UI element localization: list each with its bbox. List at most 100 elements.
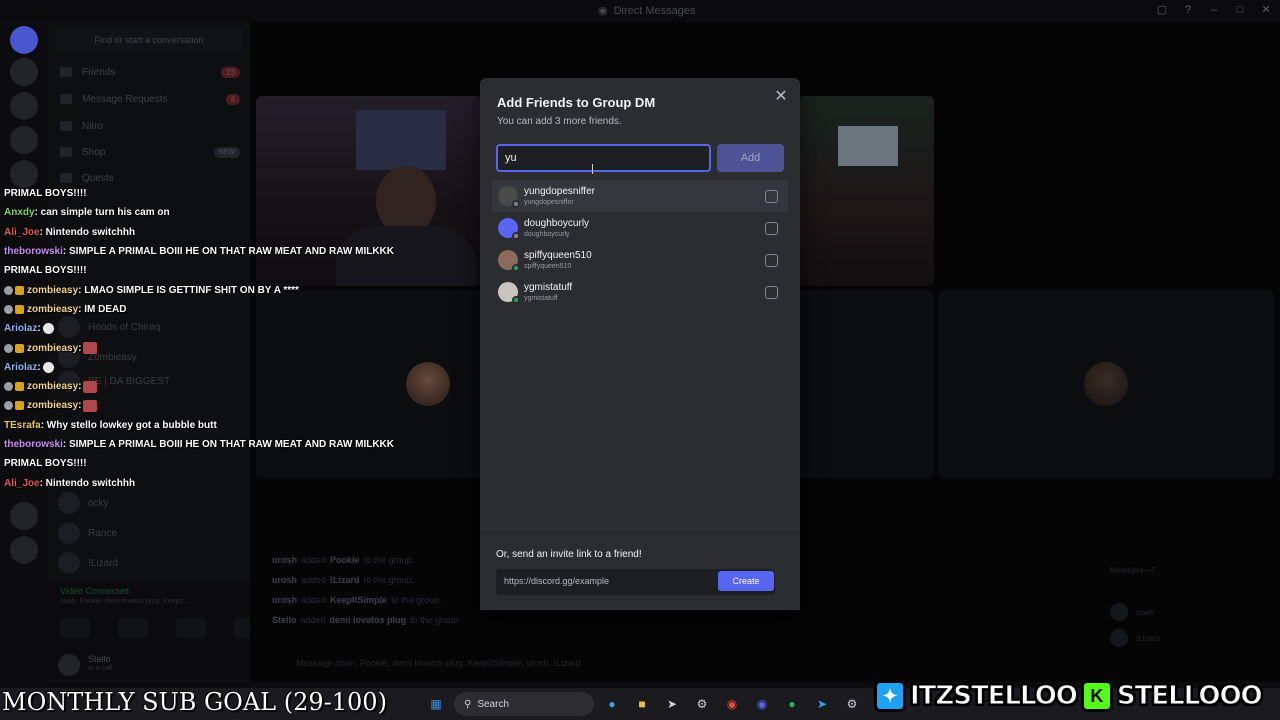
chat-text: : — [37, 361, 41, 373]
chat-text: : — [78, 381, 82, 393]
chat-username: TEsrafa — [4, 419, 41, 431]
emote-icon — [83, 399, 98, 412]
edge-icon[interactable]: ● — [600, 692, 624, 716]
modal-subtitle: You can add 3 more friends. — [497, 116, 622, 127]
chat-username: Ali_Joe — [4, 477, 40, 489]
twitter-handle: ITZSTELLOO — [910, 681, 1079, 712]
discord-icon[interactable]: ◉ — [750, 692, 774, 716]
sub-badge-icon — [15, 343, 24, 353]
friend-row[interactable]: spiffyqueen510 spiffyqueen510 — [492, 244, 788, 276]
status-icon — [512, 200, 520, 208]
chat-text: PRIMAL BOYS!!!! — [4, 458, 87, 470]
close-icon[interactable]: ✕ — [772, 88, 790, 106]
sub-badge-icon — [15, 382, 24, 392]
status-icon — [512, 296, 520, 304]
chat-line: zombieasy : LMAO SIMPLE IS GETTINF SHIT … — [0, 280, 420, 299]
friend-display-name: spiffyqueen510 — [524, 249, 592, 261]
chat-line: PRIMAL BOYS!!!! — [0, 454, 420, 473]
badge-icon — [4, 401, 13, 411]
chat-line: zombieasy : — [0, 396, 420, 415]
emote-icon — [83, 342, 98, 355]
modal-title: Add Friends to Group DM — [497, 95, 656, 110]
friend-search-input[interactable] — [496, 144, 711, 172]
chat-line: Ali_Joe : Nintendo switchhh — [0, 473, 420, 492]
chat-username: Ariolaz — [4, 361, 38, 373]
file-explorer-icon[interactable]: ■ — [630, 692, 654, 716]
chat-text: : LMAO SIMPLE IS GETTINF SHIT ON BY A **… — [78, 284, 299, 296]
badge-icon — [4, 285, 13, 295]
app-icon[interactable]: ⚙ — [690, 692, 714, 716]
avatar — [498, 186, 520, 208]
invite-link[interactable]: https://discord.gg/example — [504, 576, 609, 586]
mouse-cursor — [592, 164, 593, 174]
friend-username: ygmistatuff — [524, 294, 558, 302]
chat-text: PRIMAL BOYS!!!! — [4, 188, 87, 200]
sub-badge-icon — [15, 285, 24, 295]
chat-username: zombieasy — [27, 400, 79, 412]
friend-text: yungdopesniffer yungdopesniffer — [524, 186, 595, 207]
chat-text: : Nintendo switchhh — [39, 226, 136, 238]
badge-icon — [4, 304, 13, 314]
chat-badges — [4, 285, 24, 295]
chat-line: theborowski : SIMPLE A PRIMAL BOIII HE O… — [0, 242, 420, 261]
chat-badges — [4, 382, 24, 392]
checkbox[interactable] — [765, 222, 778, 235]
checkbox[interactable] — [765, 254, 778, 267]
chat-line: TEsrafa : Why stello lowkey got a bubble… — [0, 416, 420, 435]
chat-line: Ariolaz : — [0, 358, 420, 377]
emote-icon — [42, 361, 54, 373]
add-button[interactable]: Add — [717, 144, 784, 172]
chat-line: Anxdy : can simple turn his cam on — [0, 203, 420, 222]
checkbox[interactable] — [765, 286, 778, 299]
chat-text: : — [78, 342, 82, 354]
start-icon[interactable]: ▦ — [424, 692, 448, 716]
chat-text: PRIMAL BOYS!!!! — [4, 265, 87, 277]
chat-badges — [4, 343, 24, 353]
kick-icon: K — [1080, 680, 1113, 712]
chat-line: PRIMAL BOYS!!!! — [0, 261, 420, 280]
chat-line: Ali_Joe : Nintendo switchhh — [0, 223, 420, 242]
friend-row[interactable]: ygmistatuff ygmistatuff — [492, 276, 788, 308]
status-icon — [512, 232, 520, 240]
checkbox[interactable] — [765, 190, 778, 203]
avatar — [498, 282, 520, 304]
chat-line: PRIMAL BOYS!!!! — [0, 184, 420, 203]
spotify-icon[interactable]: ● — [780, 692, 804, 716]
friend-username: spiffyqueen510 — [524, 262, 572, 270]
friend-text: spiffyqueen510 spiffyqueen510 — [524, 250, 592, 271]
search-icon: ⚲ — [464, 698, 472, 710]
create-button[interactable]: Create — [718, 571, 774, 591]
chat-badges — [4, 401, 24, 411]
friend-display-name: yungdopesniffer — [524, 185, 595, 197]
chat-line: zombieasy : — [0, 338, 420, 357]
chat-username: zombieasy — [27, 381, 79, 393]
chat-text: : — [78, 400, 82, 412]
telegram-icon[interactable]: ➤ — [810, 692, 834, 716]
steam-icon[interactable]: ➤ — [660, 692, 684, 716]
friend-username: doughboycurly — [524, 230, 570, 238]
chat-line: zombieasy : — [0, 377, 420, 396]
chat-username: Ali_Joe — [4, 226, 40, 238]
chrome-icon[interactable]: ◉ — [720, 692, 744, 716]
chat-username: theborowski — [4, 246, 63, 258]
taskbar-search[interactable]: ⚲ Search — [454, 692, 594, 716]
invite-footer: Or, send an invite link to a friend! htt… — [480, 532, 800, 610]
avatar — [498, 218, 520, 240]
chat-text: : can simple turn his cam on — [34, 207, 170, 219]
chat-text: : Nintendo switchhh — [39, 477, 136, 489]
chat-username: Ariolaz — [4, 323, 38, 335]
friend-row[interactable]: doughboycurly doughboycurly — [492, 212, 788, 244]
chat-text: : — [37, 323, 41, 335]
avatar — [498, 250, 520, 272]
chat-username: theborowski — [4, 439, 63, 450]
friend-results: yungdopesniffer yungdopesniffer doughboycu… — [492, 180, 788, 308]
chat-text: : Why stello lowkey got a bubble butt — [40, 419, 217, 431]
badge-icon — [4, 382, 13, 392]
emote-icon — [83, 380, 98, 393]
friend-row[interactable]: yungdopesniffer yungdopesniffer — [492, 180, 788, 212]
search-label: Search — [477, 698, 510, 710]
settings-icon[interactable]: ⚙ — [840, 692, 864, 716]
chat-text: : SIMPLE A PRIMAL BOIII HE ON THAT RAW M… — [62, 246, 394, 258]
friend-text: ygmistatuff ygmistatuff — [524, 282, 572, 303]
sub-badge-icon — [15, 304, 24, 314]
